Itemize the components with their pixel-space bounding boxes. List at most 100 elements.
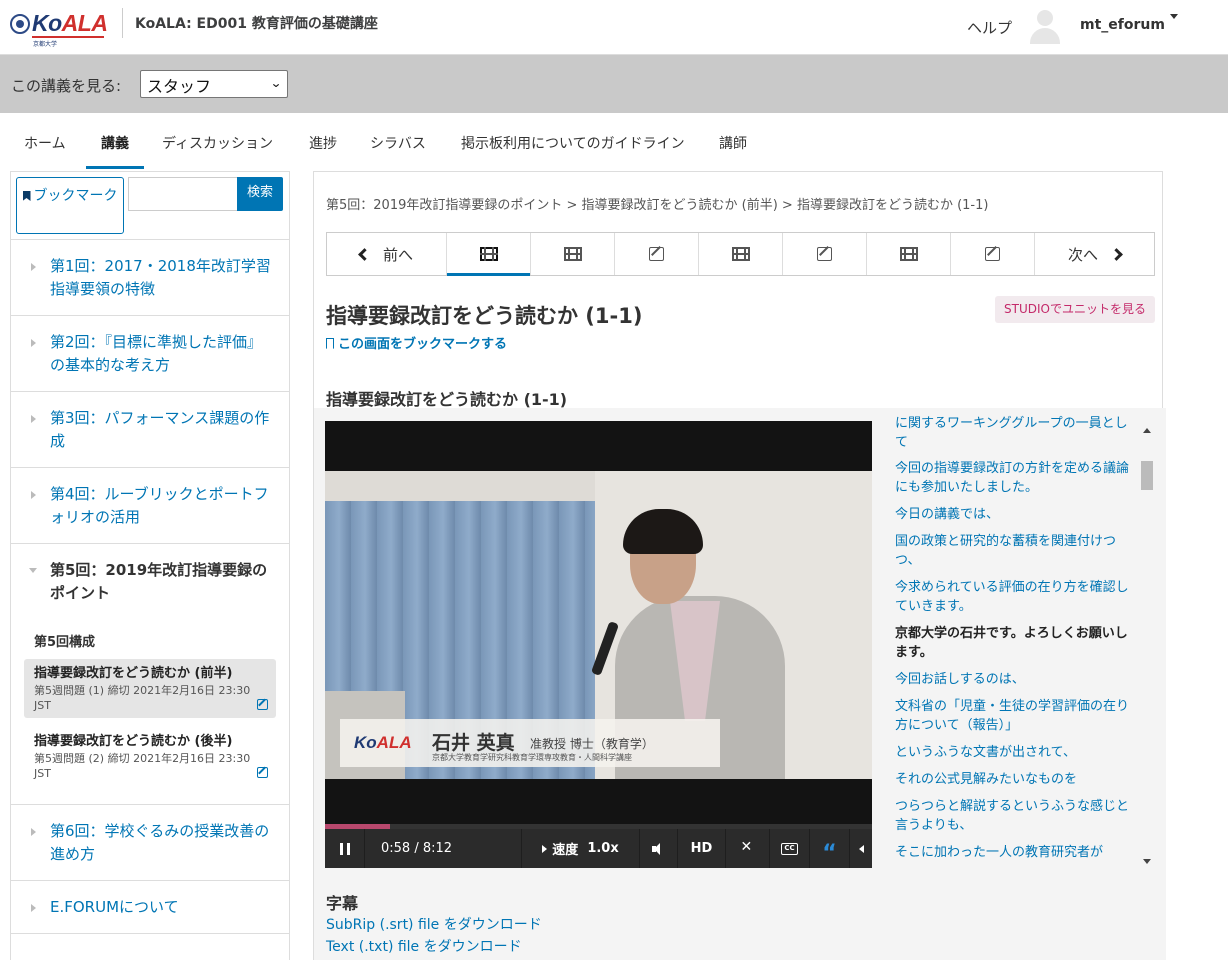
bookmarks-button[interactable]: ブックマーク bbox=[16, 177, 124, 234]
view-as-label: この講義を見る: bbox=[11, 77, 122, 95]
chevron-left-icon bbox=[358, 247, 371, 261]
problem-edit-icon bbox=[985, 247, 1000, 261]
problem-edit-icon bbox=[649, 247, 664, 261]
hd-button[interactable]: HD bbox=[678, 829, 726, 868]
sequence-unit-video-2[interactable] bbox=[531, 233, 615, 275]
caret-right-icon bbox=[542, 844, 548, 853]
koala-logo[interactable]: KoALA 京都大学 bbox=[10, 10, 108, 48]
quote-icon: “ bbox=[822, 840, 837, 866]
bookmark-icon bbox=[22, 191, 31, 201]
video-heading: 指導要録改訂をどう読むか (1-1) bbox=[326, 390, 568, 409]
transcript-scrollbar[interactable] bbox=[1140, 420, 1154, 868]
transcript-line[interactable]: 今回お話しするのは、 bbox=[895, 670, 1135, 689]
next-button[interactable]: 次へ bbox=[1035, 233, 1154, 275]
speed-button[interactable]: 速度 1.0x bbox=[522, 829, 640, 868]
pause-icon bbox=[339, 842, 350, 855]
transcript-line[interactable]: それの公式見解みたいなものを bbox=[895, 770, 1135, 789]
transcript-line[interactable]: というふうな文書が出されて、 bbox=[895, 743, 1135, 762]
sequence-unit-video-1[interactable] bbox=[447, 233, 531, 276]
section-week-5[interactable]: 第5回：2019年改訂指導要録のポイント bbox=[11, 559, 289, 605]
unit-title: 指導要録改訂をどう読むか (1-1) bbox=[326, 304, 643, 328]
help-link[interactable]: ヘルプ bbox=[967, 17, 1012, 38]
tab-guidelines[interactable]: 掲示板利用についてのガイドライン bbox=[461, 133, 685, 153]
tab-syllabus[interactable]: シラバス bbox=[370, 133, 426, 153]
course-tabs: ホーム 講義 ディスカッション 進捗 シラバス 掲示板利用についてのガイドライン… bbox=[0, 113, 1228, 170]
course-content: 第5回：2019年改訂指導要録のポイント > 指導要録改訂をどう読むか (前半)… bbox=[313, 171, 1166, 960]
section-eforum[interactable]: E.FORUMについて bbox=[11, 896, 289, 919]
tab-discussion[interactable]: ディスカッション bbox=[162, 133, 273, 153]
section-week-2[interactable]: 第2回：『目標に準拠した評価』の基本的な考え方 bbox=[11, 331, 289, 377]
transcript-line-current[interactable]: 京都大学の石井です。よろしくお願いします。 bbox=[895, 624, 1135, 662]
course-search-input[interactable] bbox=[128, 177, 238, 211]
fullscreen-icon bbox=[741, 839, 754, 855]
sequence-unit-problem-1[interactable] bbox=[615, 233, 699, 275]
search-button[interactable]: 検索 bbox=[237, 177, 283, 211]
video-player[interactable]: KoALA 石井 英真 准教授 博士（教育学） 京都大学教育学研究科教育学環専攻… bbox=[325, 421, 872, 868]
bookmark-outline-icon bbox=[326, 338, 334, 349]
pause-button[interactable] bbox=[325, 829, 365, 868]
user-avatar-icon[interactable] bbox=[1028, 8, 1062, 44]
view-in-studio-button[interactable]: STUDIOでユニットを見る bbox=[995, 296, 1155, 323]
course-title: KoALA: ED001 教育評価の基礎講座 bbox=[135, 16, 378, 32]
sequence-nav: 前へ 次へ bbox=[326, 232, 1155, 276]
sequence-unit-video-3[interactable] bbox=[699, 233, 783, 275]
fullscreen-button[interactable] bbox=[726, 829, 770, 868]
overlay-logo: KoALA bbox=[354, 733, 412, 752]
chevron-right-icon bbox=[31, 339, 36, 347]
transcript-line[interactable]: 文科省の「児童・生徒の学習評価の在り方について（報告）」 bbox=[895, 697, 1135, 735]
volume-icon bbox=[651, 842, 666, 855]
transcript-line[interactable]: 国の政策と研究的な蓄積を関連付けつつ、 bbox=[895, 532, 1135, 570]
transcript-line[interactable]: そこに加わった一人の教育研究者が bbox=[895, 843, 1135, 862]
subsection-item-active[interactable]: 指導要録改訂をどう読むか (前半) 第5週問題 (1) 締切 2021年2月16… bbox=[24, 659, 276, 718]
subsection-title: 指導要録改訂をどう読むか (前半) bbox=[34, 666, 233, 681]
user-menu-caret-icon[interactable] bbox=[1170, 14, 1178, 19]
scroll-up-icon[interactable] bbox=[1143, 428, 1151, 433]
sequence-unit-problem-2[interactable] bbox=[783, 233, 867, 275]
transcript-panel[interactable]: に関するワーキンググループの一員として 今回の指導要録改訂の方針を定める議論にも… bbox=[884, 408, 1154, 868]
more-controls-button[interactable] bbox=[850, 829, 872, 868]
username[interactable]: mt_eforum bbox=[1080, 17, 1165, 33]
closed-captions-button[interactable]: CC bbox=[770, 829, 810, 868]
closed-captions-icon: CC bbox=[781, 842, 798, 855]
download-srt-link[interactable]: SubRip (.srt) file をダウンロード bbox=[326, 914, 542, 934]
tab-home[interactable]: ホーム bbox=[24, 133, 66, 153]
video-icon bbox=[563, 247, 582, 261]
scroll-down-icon[interactable] bbox=[1143, 859, 1151, 864]
course-sidebar: ブックマーク 検索 第1回：2017・2018年改訂学習指導要領の特徴 第2回：… bbox=[10, 171, 290, 960]
view-as-select[interactable]: スタッフ ⌄ bbox=[140, 70, 288, 98]
download-txt-link[interactable]: Text (.txt) file をダウンロード bbox=[326, 936, 522, 956]
top-header: KoALA 京都大学 KoALA: ED001 教育評価の基礎講座 ヘルプ mt… bbox=[0, 0, 1228, 55]
sequence-unit-problem-3[interactable] bbox=[951, 233, 1035, 275]
transcript-line[interactable]: に関するワーキンググループの一員として bbox=[895, 414, 1135, 452]
tab-progress[interactable]: 進捗 bbox=[309, 133, 337, 153]
tab-instructors[interactable]: 講師 bbox=[719, 133, 747, 153]
transcript-line[interactable]: つらつらと解説するというふうな感じと言うよりも、 bbox=[895, 797, 1135, 835]
section-week-1[interactable]: 第1回：2017・2018年改訂学習指導要領の特徴 bbox=[11, 255, 289, 301]
header-divider bbox=[122, 8, 123, 38]
speaker-affiliation: 京都大学教育学研究科教育学環専攻教育・人間科学講座 bbox=[432, 753, 632, 762]
video-module: KoALA 石井 英真 准教授 博士（教育学） 京都大学教育学研究科教育学環専攻… bbox=[314, 408, 1166, 960]
scrollbar-thumb[interactable] bbox=[1141, 461, 1153, 490]
bookmark-page-link[interactable]: この画面をブックマークする bbox=[326, 333, 507, 352]
transcript-line[interactable]: 今回の指導要録改訂の方針を定める議論にも参加いたしました。 bbox=[895, 459, 1135, 497]
previous-button[interactable]: 前へ bbox=[327, 233, 447, 275]
breadcrumb[interactable]: 第5回：2019年改訂指導要録のポイント > 指導要録改訂をどう読むか (前半)… bbox=[326, 194, 988, 213]
subsection-item[interactable]: 指導要録改訂をどう読むか (後半) 第5週問題 (2) 締切 2021年2月16… bbox=[24, 727, 276, 786]
tab-courseware[interactable]: 講義 bbox=[101, 133, 129, 153]
view-as-bar: この講義を見る: スタッフ ⌄ bbox=[0, 55, 1228, 113]
transcript-toggle-button[interactable]: “ bbox=[810, 829, 850, 868]
section-week-6[interactable]: 第6回：学校ぐるみの授業改善の進め方 bbox=[11, 820, 289, 866]
section-week-4[interactable]: 第4回：ルーブリックとポートフォリオの活用 bbox=[11, 483, 289, 529]
video-controls: 0:58 / 8:12 速度 1.0x HD CC “ bbox=[325, 829, 872, 868]
chevron-right-icon bbox=[31, 415, 36, 423]
chevron-right-icon bbox=[31, 263, 36, 271]
logo-subtitle: 京都大学 bbox=[33, 41, 58, 48]
transcript-line[interactable]: 今求められている評価の在り方を確認していきます。 bbox=[895, 578, 1135, 616]
section-week-3[interactable]: 第3回：パフォーマンス課題の作成 bbox=[11, 407, 289, 453]
graded-edit-icon bbox=[257, 767, 268, 778]
chevron-right-icon bbox=[31, 904, 36, 912]
subsection-due: 第5週問題 (1) 締切 2021年2月16日 23:30 JST bbox=[34, 684, 251, 712]
sequence-unit-video-4[interactable] bbox=[867, 233, 951, 275]
transcript-line[interactable]: 今日の講義では、 bbox=[895, 505, 1135, 524]
volume-button[interactable] bbox=[640, 829, 678, 868]
